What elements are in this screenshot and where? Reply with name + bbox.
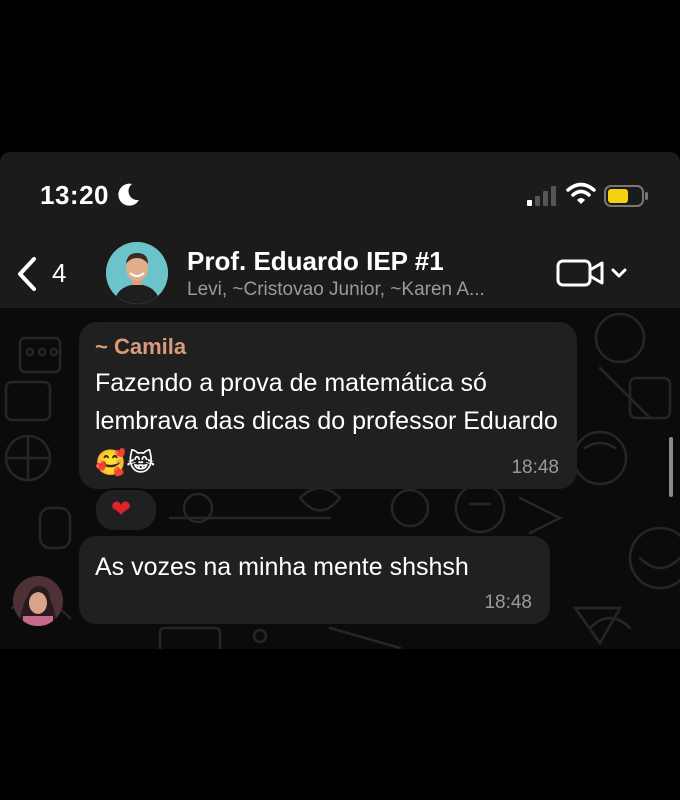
message-body: Fazendo a prova de matemática só lembrav… [95,369,558,435]
signal-icon [527,186,556,206]
battery-icon [604,185,648,207]
chevron-down-icon [611,268,627,278]
group-members[interactable]: Levi, ~Cristovao Junior, ~Karen A... [187,279,485,301]
reaction-badge[interactable]: ❤ [94,488,158,532]
video-call-icon[interactable] [556,256,632,290]
sender-name[interactable]: ~ Camila [95,334,186,360]
status-bar: 13:20 [0,152,680,238]
message-bubble[interactable]: As vozes na minha mente shshsh 18:48 [79,536,550,624]
message-text: As vozes na minha mente shshsh [95,553,469,581]
chat-screen: 13:20 4 Prof. Eduardo IEP #1 Levi, ~Cris… [0,152,680,649]
moon-icon [118,183,139,206]
group-name[interactable]: Prof. Eduardo IEP #1 [187,246,444,277]
chevron-left-icon[interactable] [14,256,40,292]
group-avatar[interactable] [106,242,168,304]
message-text: Fazendo a prova de matemática só lembrav… [95,364,565,482]
avatar-portrait [106,242,168,304]
message-time: 18:48 [484,592,532,613]
status-time: 13:20 [40,180,109,210]
avatar-portrait [13,576,63,626]
scrollbar[interactable] [669,437,673,497]
message-list[interactable]: ~ Camila Fazendo a prova de matemática s… [0,308,680,649]
message-bubble[interactable]: ~ Camila Fazendo a prova de matemática s… [79,322,577,489]
heart-reaction: ❤ [111,496,132,523]
message-time: 18:48 [511,457,559,478]
sender-avatar[interactable] [13,576,63,626]
wifi-icon [566,182,596,204]
message-emojis: 🥰😹 [95,449,156,477]
chat-header: 4 Prof. Eduardo IEP #1 Levi, ~Cristovao … [0,238,680,308]
unread-count[interactable]: 4 [52,258,66,289]
